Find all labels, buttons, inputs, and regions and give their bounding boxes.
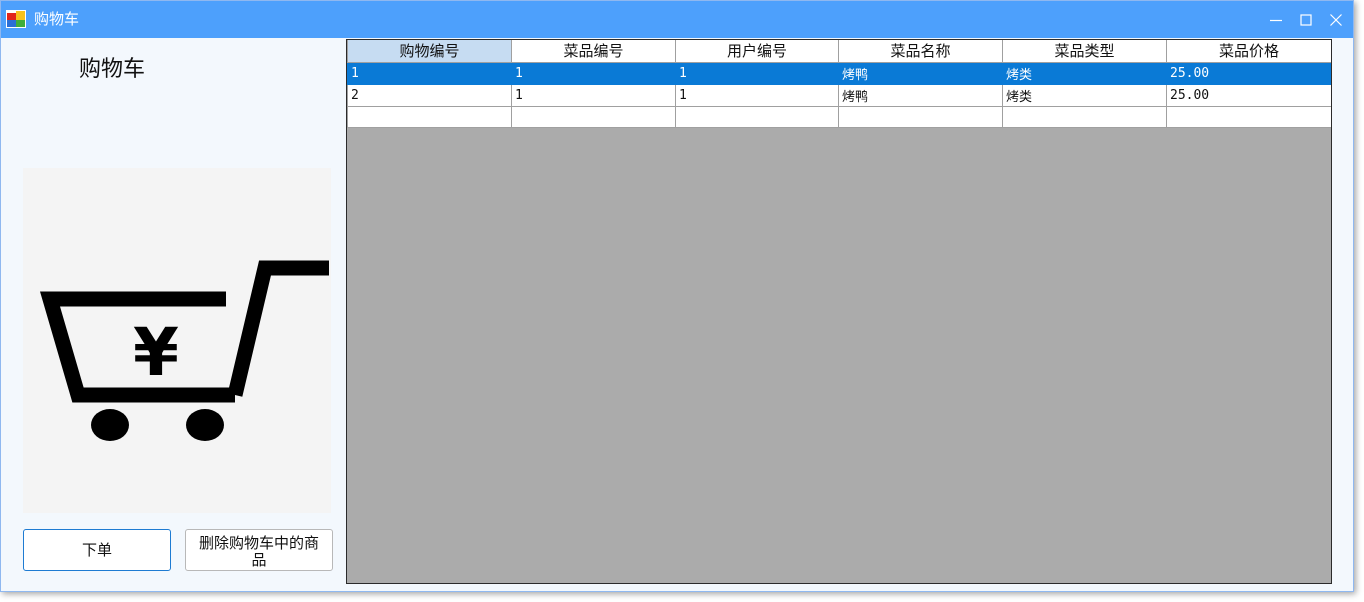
app-icon (6, 10, 26, 28)
cell-dish-type[interactable]: 烤类 (1002, 83, 1167, 107)
close-icon[interactable] (1325, 9, 1347, 31)
table-row[interactable]: 2 1 1 烤鸭 烤类 25.00 (347, 83, 1331, 107)
cell-dish-price[interactable]: 25.00 (1166, 83, 1331, 107)
page-heading: 购物车 (79, 57, 146, 82)
column-header-dish-price[interactable]: 菜品价格 (1166, 40, 1331, 63)
cell-dish-id[interactable]: 1 (511, 61, 676, 85)
cell-dish-price[interactable]: 25.00 (1166, 61, 1331, 85)
cell-dish-id[interactable]: 1 (511, 83, 676, 107)
new-row-cell[interactable] (675, 105, 839, 128)
delete-from-cart-button[interactable]: 删除购物车中的商品 (185, 529, 333, 571)
cell-dish-name[interactable]: 烤鸭 (838, 83, 1003, 107)
cart-table: 购物编号 菜品编号 用户编号 菜品名称 菜品类型 菜品价格 1 1 1 烤鸭 烤… (347, 40, 1331, 128)
column-header-dish-name[interactable]: 菜品名称 (838, 40, 1003, 63)
new-row-cell[interactable] (838, 105, 1003, 128)
new-row[interactable] (347, 105, 1331, 128)
cart-window: 购物车 购物车 ¥ 下单 删除购物车中的商品 购物编号 菜品编号 用户编号 菜品… (0, 0, 1354, 592)
maximize-icon[interactable] (1295, 9, 1317, 31)
column-header-cart-id[interactable]: 购物编号 (347, 40, 512, 63)
new-row-cell[interactable] (1166, 105, 1331, 128)
table-row[interactable]: 1 1 1 烤鸭 烤类 25.00 (347, 61, 1331, 85)
cell-cart-id[interactable]: 1 (347, 61, 512, 85)
new-row-cell[interactable] (347, 105, 512, 128)
title-bar[interactable]: 购物车 (1, 1, 1353, 38)
column-header-row: 购物编号 菜品编号 用户编号 菜品名称 菜品类型 菜品价格 (347, 40, 1331, 63)
window-title: 购物车 (34, 10, 80, 28)
column-header-dish-type[interactable]: 菜品类型 (1002, 40, 1167, 63)
cell-cart-id[interactable]: 2 (347, 83, 512, 107)
cart-yen-icon: ¥ (23, 168, 331, 513)
new-row-cell[interactable] (511, 105, 676, 128)
column-header-user-id[interactable]: 用户编号 (675, 40, 839, 63)
minimize-icon[interactable] (1265, 9, 1287, 31)
svg-text:¥: ¥ (133, 314, 179, 391)
place-order-button[interactable]: 下单 (23, 529, 171, 571)
cell-user-id[interactable]: 1 (675, 83, 839, 107)
cell-user-id[interactable]: 1 (675, 61, 839, 85)
column-header-dish-id[interactable]: 菜品编号 (511, 40, 676, 63)
cell-dish-name[interactable]: 烤鸭 (838, 61, 1003, 85)
new-row-cell[interactable] (1002, 105, 1167, 128)
cart-data-grid[interactable]: 购物编号 菜品编号 用户编号 菜品名称 菜品类型 菜品价格 1 1 1 烤鸭 烤… (346, 39, 1332, 584)
cell-dish-type[interactable]: 烤类 (1002, 61, 1167, 85)
